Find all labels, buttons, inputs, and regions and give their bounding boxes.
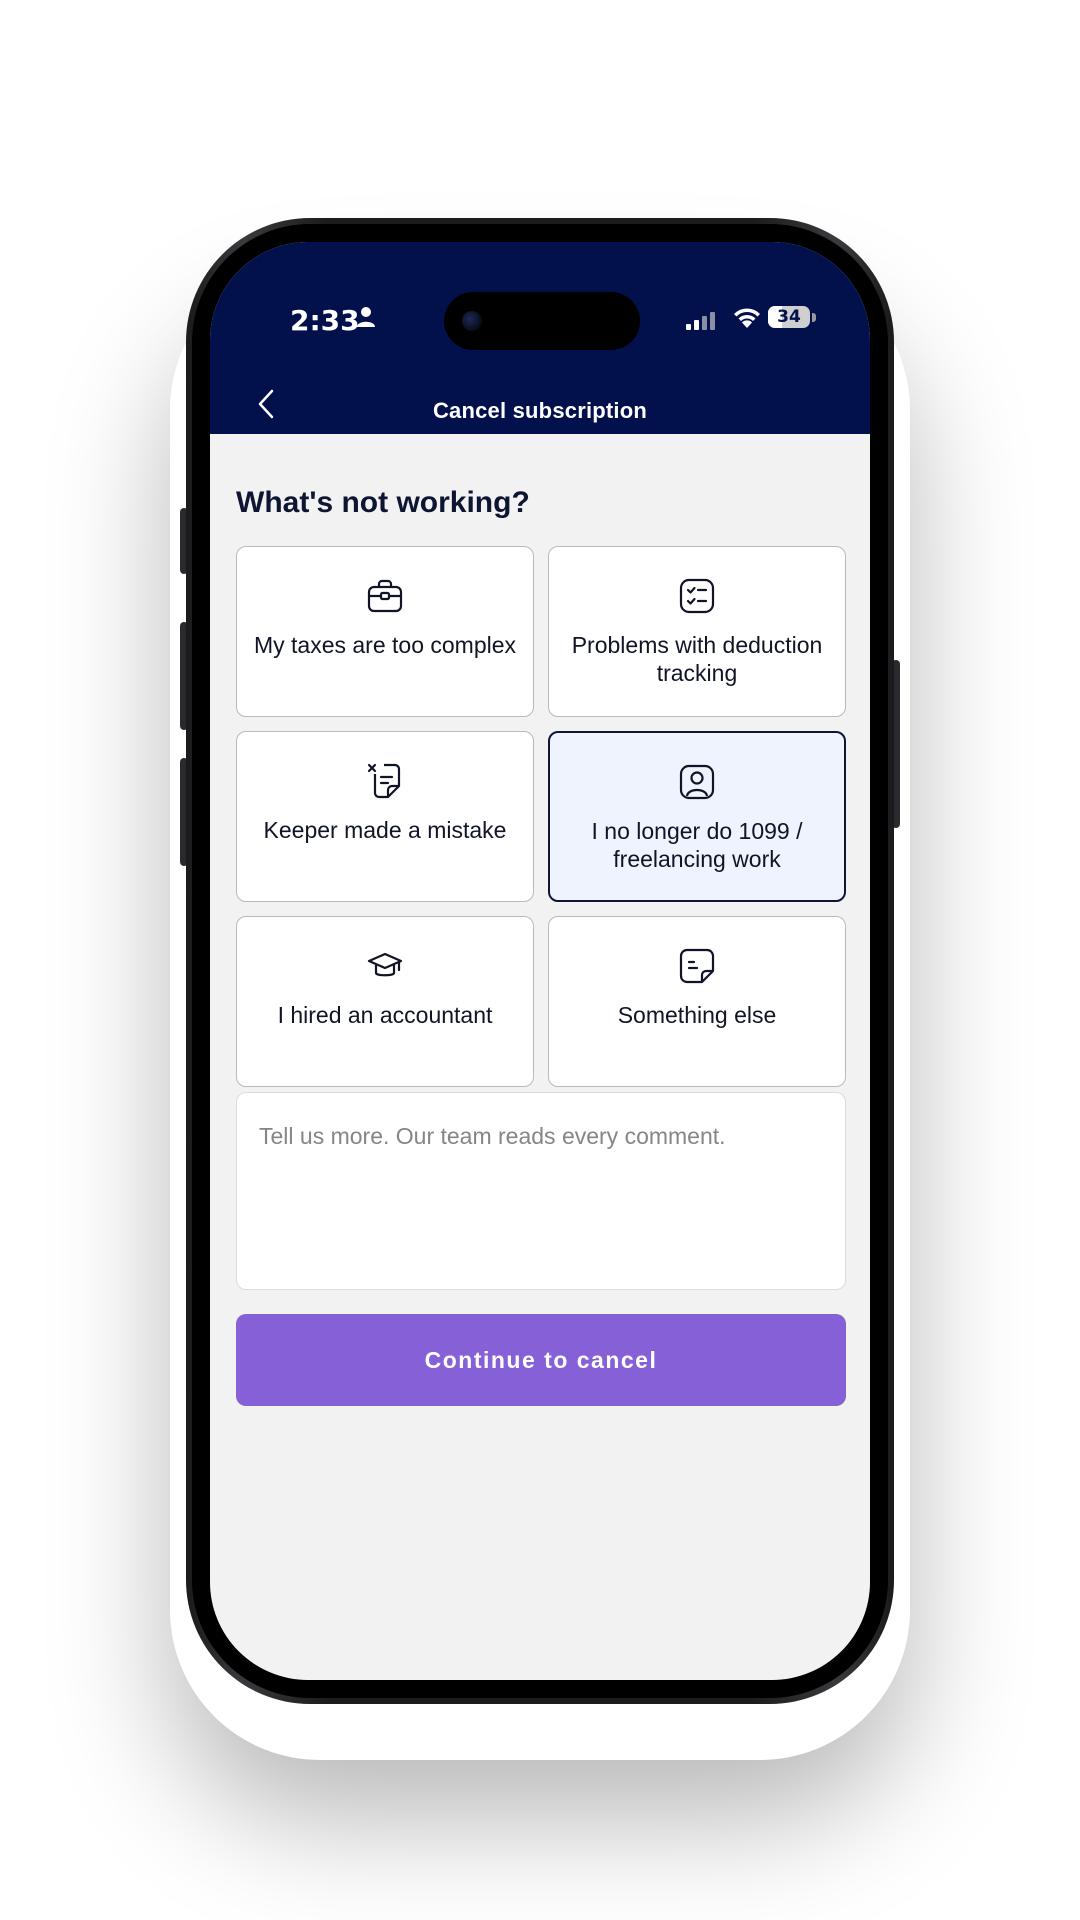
- phone-frame: 2:33 34 Cancel subscription What's not w…: [186, 218, 894, 1704]
- option-something-else[interactable]: Something else: [548, 916, 846, 1087]
- checklist-icon: [679, 578, 715, 614]
- dynamic-island: [444, 292, 640, 350]
- option-taxes-too-complex[interactable]: My taxes are too complex: [236, 546, 534, 717]
- wifi-icon: [734, 308, 760, 328]
- battery-cap: [812, 313, 816, 322]
- option-keeper-mistake[interactable]: Keeper made a mistake: [236, 731, 534, 902]
- graduation-cap-icon: [367, 952, 403, 977]
- battery-percent: 34: [777, 307, 801, 327]
- camera-icon: [462, 311, 482, 331]
- option-label: Something else: [617, 1002, 777, 1028]
- option-deduction-tracking[interactable]: Problems with deduction tracking: [548, 546, 846, 717]
- question-heading: What's not working?: [236, 486, 530, 519]
- option-label: I hired an accountant: [277, 1002, 493, 1028]
- person-icon: [357, 307, 375, 327]
- user-badge-icon: [679, 764, 715, 800]
- option-hired-accountant[interactable]: I hired an accountant: [236, 916, 534, 1087]
- option-label: My taxes are too complex: [253, 632, 517, 658]
- option-label: Problems with deduction tracking: [571, 632, 823, 686]
- option-label: Keeper made a mistake: [263, 817, 507, 843]
- page-title: Cancel subscription: [432, 398, 648, 423]
- app-screen: 2:33 34 Cancel subscription What's not w…: [210, 242, 870, 1680]
- option-label: I no longer do 1099 / freelancing work: [591, 818, 803, 872]
- reason-options: My taxes are too complex Problems with d…: [236, 546, 846, 1087]
- option-no-longer-freelancing[interactable]: I no longer do 1099 / freelancing work: [548, 731, 846, 902]
- battery-icon: 34: [768, 306, 810, 328]
- error-note-icon: [367, 763, 401, 799]
- comment-field[interactable]: [236, 1092, 846, 1290]
- briefcase-icon: [367, 579, 403, 613]
- continue-to-cancel-button[interactable]: Continue to cancel: [236, 1314, 846, 1406]
- top-bar: 2:33 34 Cancel subscription: [210, 242, 870, 434]
- document-icon: [679, 948, 715, 984]
- cellular-signal-icon: [686, 312, 715, 330]
- status-time: 2:33: [290, 304, 360, 337]
